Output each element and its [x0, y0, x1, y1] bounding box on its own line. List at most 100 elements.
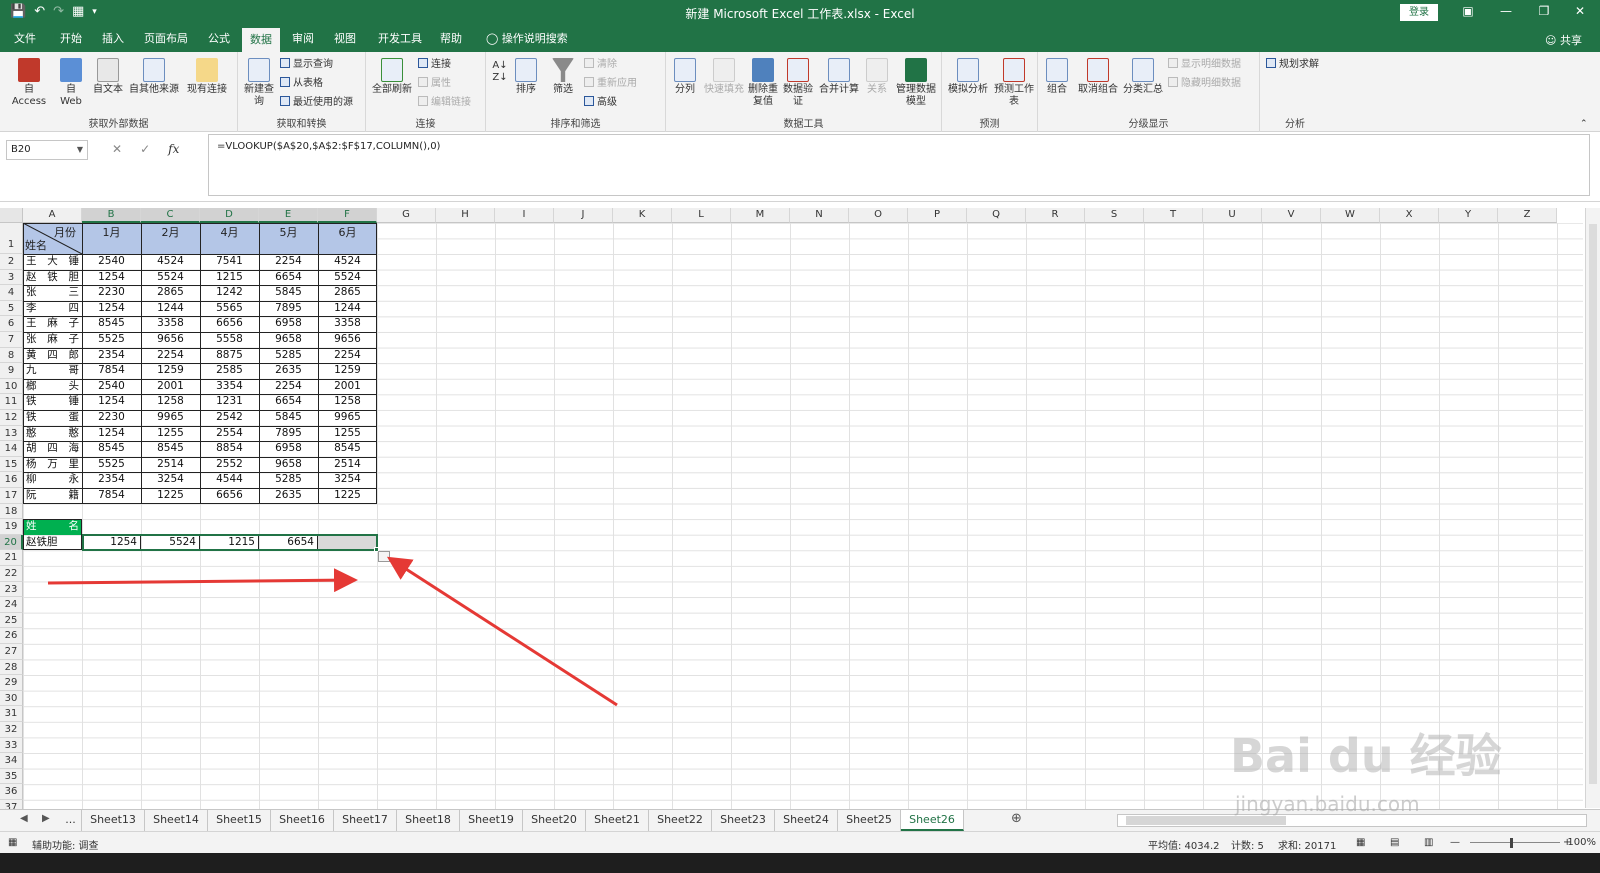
sheet-tab-sheet17[interactable]: Sheet17 — [334, 810, 397, 831]
row-header-27[interactable]: 27 — [0, 644, 23, 660]
new-query-button[interactable]: 新建查询 — [242, 58, 276, 108]
sheet-tab-sheet24[interactable]: Sheet24 — [775, 810, 838, 831]
sheet-tab-sheet13[interactable]: Sheet13 — [82, 810, 145, 831]
flash-fill-button[interactable]: 快速填充 — [704, 58, 744, 96]
column-header-R[interactable]: R — [1026, 208, 1085, 223]
tab-insert[interactable]: 插入 — [94, 26, 132, 52]
filter-button[interactable]: 筛选 — [548, 58, 578, 96]
horizontal-scroll-thumb[interactable] — [1126, 816, 1286, 825]
from-web-button[interactable]: 自 Web — [56, 58, 86, 108]
tab-review[interactable]: 审阅 — [284, 26, 322, 52]
from-other-sources-button[interactable]: 自其他来源 — [128, 58, 180, 96]
zoom-slider-thumb[interactable] — [1510, 838, 1513, 848]
row-header-4[interactable]: 4 — [0, 285, 23, 301]
row-header-21[interactable]: 21 — [0, 550, 23, 566]
column-header-X[interactable]: X — [1380, 208, 1439, 223]
row-header-25[interactable]: 25 — [0, 612, 23, 629]
row-header-3[interactable]: 3 — [0, 269, 23, 286]
column-header-A[interactable]: A — [23, 208, 82, 223]
advanced-button[interactable]: 高级 — [584, 96, 617, 109]
row-header-17[interactable]: 17 — [0, 488, 23, 504]
row-header-11[interactable]: 11 — [0, 394, 23, 410]
row-header-6[interactable]: 6 — [0, 316, 23, 332]
row-header-24[interactable]: 24 — [0, 597, 23, 613]
sort-asc-icon[interactable]: A↓ Z↓ — [492, 60, 508, 84]
zoom-out-icon[interactable]: — — [1450, 837, 1460, 848]
remove-duplicates-button[interactable]: 删除重复值 — [746, 58, 780, 108]
normal-view-icon[interactable]: ▦ — [1356, 837, 1365, 848]
from-table-button[interactable]: 从表格 — [280, 77, 323, 90]
lookup-name-cell[interactable]: 赵铁胆 — [23, 535, 82, 550]
edit-links-button[interactable]: 编辑链接 — [418, 96, 471, 109]
sheet-tab-sheet20[interactable]: Sheet20 — [523, 810, 586, 831]
row-header-15[interactable]: 15 — [0, 456, 23, 473]
column-header-S[interactable]: S — [1085, 208, 1144, 223]
relationships-button[interactable]: 关系 — [864, 58, 890, 96]
consolidate-button[interactable]: 合并计算 — [818, 58, 860, 96]
row-header-16[interactable]: 16 — [0, 472, 23, 488]
ungroup-button[interactable]: 取消组合 — [1076, 58, 1120, 96]
solver-button[interactable]: 规划求解 — [1266, 58, 1319, 71]
tab-developer[interactable]: 开发工具 — [370, 26, 430, 52]
page-break-view-icon[interactable]: ▥ — [1424, 837, 1433, 848]
tell-me-search[interactable]: ◯ 操作说明搜索 — [478, 26, 576, 52]
row-header-18[interactable]: 18 — [0, 503, 23, 520]
column-header-C[interactable]: C — [141, 208, 200, 223]
share-button[interactable]: ☺ 共享 — [1545, 32, 1582, 48]
row-header-10[interactable]: 10 — [0, 378, 23, 395]
column-header-L[interactable]: L — [672, 208, 731, 223]
sheet-tab-sheet23[interactable]: Sheet23 — [712, 810, 775, 831]
properties-button[interactable]: 属性 — [418, 77, 451, 90]
vertical-scrollbar[interactable] — [1585, 208, 1600, 808]
reapply-button[interactable]: 重新应用 — [584, 77, 637, 90]
new-sheet-icon[interactable]: ⊕ — [1011, 811, 1022, 826]
sheet-tab-sheet15[interactable]: Sheet15 — [208, 810, 271, 831]
column-header-W[interactable]: W — [1321, 208, 1380, 223]
column-header-D[interactable]: D — [200, 208, 259, 223]
page-layout-view-icon[interactable]: ▤ — [1390, 837, 1399, 848]
select-all-corner[interactable] — [0, 208, 23, 223]
cancel-icon[interactable]: ✕ — [112, 142, 122, 156]
forecast-sheet-button[interactable]: 预测工作表 — [994, 58, 1034, 108]
vertical-scroll-thumb[interactable] — [1589, 224, 1597, 784]
column-header-O[interactable]: O — [849, 208, 908, 223]
insert-function-icon[interactable]: fx — [168, 142, 179, 156]
column-header-V[interactable]: V — [1262, 208, 1321, 223]
collapse-ribbon-icon[interactable]: ⌃ — [1580, 118, 1588, 130]
row-header-19[interactable]: 19 — [0, 519, 23, 535]
row-header-13[interactable]: 13 — [0, 425, 23, 442]
row-header-1[interactable]: 1 — [0, 223, 23, 254]
row-header-9[interactable]: 9 — [0, 363, 23, 379]
row-header-23[interactable]: 23 — [0, 581, 23, 598]
row-header-5[interactable]: 5 — [0, 300, 23, 317]
row-header-31[interactable]: 31 — [0, 706, 23, 722]
sheet-tab-sheet16[interactable]: Sheet16 — [271, 810, 334, 831]
tab-home[interactable]: 开始 — [52, 26, 90, 52]
row-header-35[interactable]: 35 — [0, 768, 23, 785]
row-header-12[interactable]: 12 — [0, 410, 23, 426]
show-detail-button[interactable]: 显示明细数据 — [1168, 58, 1241, 71]
enter-icon[interactable]: ✓ — [140, 142, 150, 156]
existing-connections-button[interactable]: 现有连接 — [184, 58, 230, 96]
manage-data-model-button[interactable]: 管理数据模型 — [894, 58, 938, 108]
row-header-34[interactable]: 34 — [0, 753, 23, 769]
text-to-columns-button[interactable]: 分列 — [670, 58, 700, 96]
column-header-P[interactable]: P — [908, 208, 967, 223]
quick-analysis-icon[interactable] — [378, 551, 390, 563]
row-header-28[interactable]: 28 — [0, 659, 23, 676]
row-header-32[interactable]: 32 — [0, 722, 23, 738]
row-header-7[interactable]: 7 — [0, 332, 23, 348]
sheet-tab-sheet22[interactable]: Sheet22 — [649, 810, 712, 831]
next-sheet-icon[interactable]: ▶ — [42, 813, 50, 824]
accessibility-status[interactable]: 辅助功能: 调查 — [32, 837, 99, 852]
column-header-B[interactable]: B — [82, 208, 141, 223]
tab-file[interactable]: 文件 — [6, 26, 44, 52]
hide-detail-button[interactable]: 隐藏明细数据 — [1168, 77, 1241, 90]
formula-input[interactable]: =VLOOKUP($A$20,$A$2:$F$17,COLUMN(),0) — [208, 134, 1590, 196]
row-header-8[interactable]: 8 — [0, 347, 23, 364]
column-header-H[interactable]: H — [436, 208, 495, 223]
column-header-F[interactable]: F — [318, 208, 377, 223]
sheet-tab-sheet19[interactable]: Sheet19 — [460, 810, 523, 831]
what-if-analysis-button[interactable]: 模拟分析 — [946, 58, 990, 96]
column-header-Z[interactable]: Z — [1498, 208, 1557, 223]
